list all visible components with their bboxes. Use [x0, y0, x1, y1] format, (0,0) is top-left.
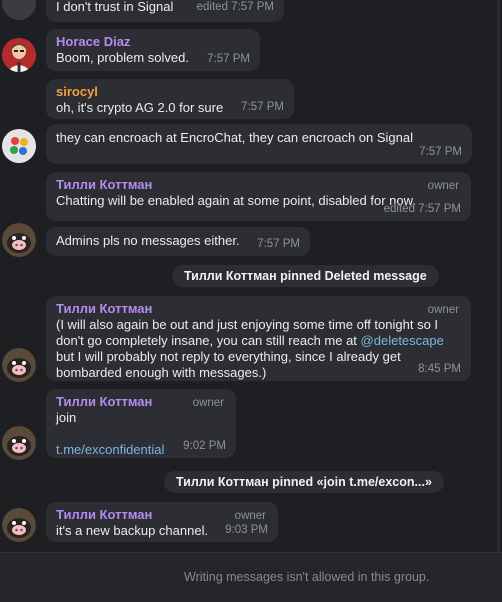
sender-name[interactable]: Тилли Коттман [56, 301, 461, 317]
message-line: bombarded enough with messages.) [56, 365, 267, 380]
message-time: 7:57 PM [207, 53, 250, 65]
message-line: don't go completely insane, you can stil… [56, 333, 444, 348]
message-line: (I will also again be out and just enjoy… [56, 317, 439, 332]
avatar-horace[interactable] [2, 38, 36, 72]
message-bubble[interactable]: Тилли Коттман owner (I will also again b… [46, 296, 471, 381]
composer-disabled-bar: Writing messages isn't allowed in this g… [0, 552, 502, 602]
message-bubble[interactable]: Тилли Коттман owner Chatting will be ena… [46, 172, 471, 221]
message-bubble[interactable]: Admins pls no messages either. 7:57 PM [46, 227, 310, 256]
scrollbar[interactable] [497, 0, 500, 552]
avatar[interactable] [2, 0, 36, 20]
pinned-service-message[interactable]: Тилли Коттман pinned «join t.me/excon...… [164, 471, 444, 493]
person-icon [2, 38, 36, 72]
message-bubble[interactable]: I don't trust in Signal edited 7:57 PM [46, 0, 284, 22]
message-bubble[interactable]: sirocyl oh, it's crypto AG 2.0 for sure … [46, 79, 294, 119]
message-time: 7:57 PM [257, 238, 300, 250]
message-time: 9:02 PM [183, 440, 226, 452]
message-time: edited 7:57 PM [196, 1, 274, 13]
message-line: but I will probably not reply to everyth… [56, 349, 401, 364]
message-bubble[interactable]: Тилли Коттман owner join t.me/exconfiden… [46, 389, 236, 458]
pig-avatar-icon [2, 348, 36, 382]
sender-name[interactable]: sirocyl [56, 84, 284, 100]
message-time: 8:45 PM [418, 363, 461, 375]
pinned-service-message[interactable]: Тилли Коттман pinned Deleted message [172, 265, 439, 287]
avatar-tilly[interactable] [2, 426, 36, 460]
writing-disabled-notice: Writing messages isn't allowed in this g… [184, 570, 430, 584]
message-time: edited 7:57 PM [383, 203, 461, 215]
sender-name[interactable]: Horace Diaz [56, 34, 250, 50]
pig-avatar-icon [2, 223, 36, 257]
colorful-logo-icon [2, 129, 36, 163]
message-time: 7:57 PM [419, 146, 462, 158]
avatar-tilly[interactable] [2, 508, 36, 542]
message-time: 9:03 PM [225, 524, 268, 536]
sender-name[interactable]: Тилли Коттман [56, 177, 461, 193]
avatar-sirocyl[interactable] [2, 129, 36, 163]
message-bubble[interactable]: Horace Diaz Boom, problem solved. 7:57 P… [46, 29, 260, 71]
mention-link[interactable]: @deletescape [361, 333, 444, 348]
avatar-tilly[interactable] [2, 348, 36, 382]
message-bubble[interactable]: Тилли Коттман owner it's a new backup ch… [46, 502, 278, 542]
message-text: they can encroach at EncroChat, they can… [56, 130, 413, 145]
message-bubble[interactable]: they can encroach at EncroChat, they can… [46, 124, 472, 164]
message-time: 7:57 PM [241, 101, 284, 113]
message-text: I don't trust in Signal [56, 0, 174, 14]
avatar-tilly[interactable] [2, 223, 36, 257]
owner-badge: owner [427, 304, 459, 316]
pig-avatar-icon [2, 426, 36, 460]
owner-badge: owner [192, 397, 224, 409]
message-text: join [56, 410, 77, 425]
pig-avatar-icon [2, 508, 36, 542]
owner-badge: owner [427, 180, 459, 192]
